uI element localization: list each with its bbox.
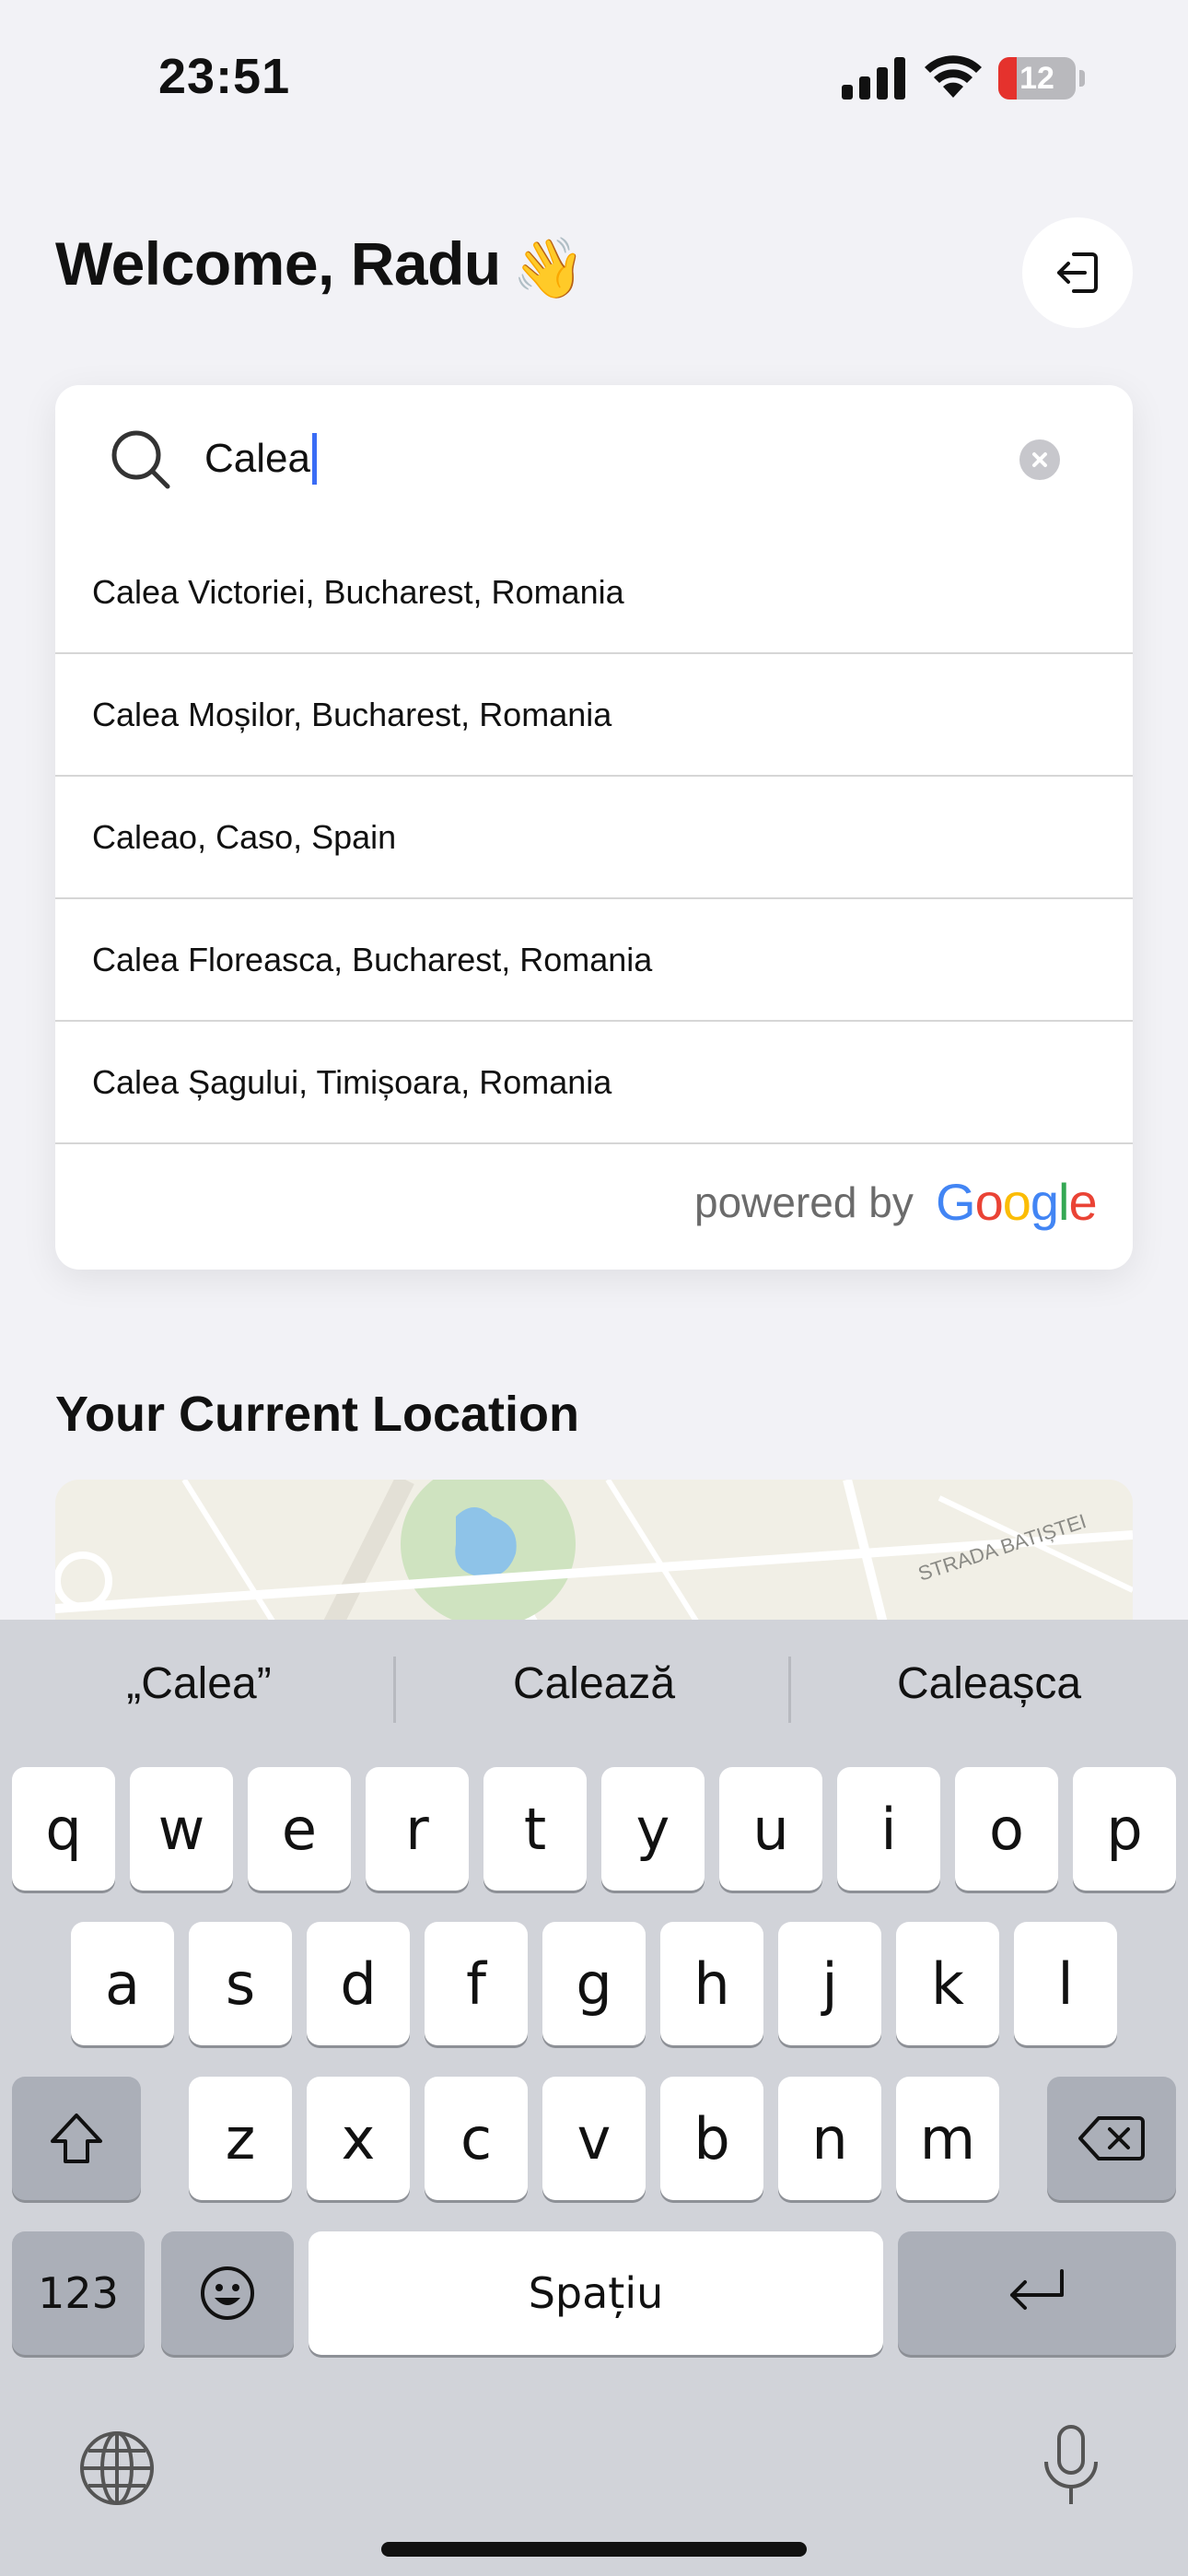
- suggestion-item[interactable]: Calea Floreasca, Bucharest, Romania: [55, 900, 1133, 1022]
- logout-button[interactable]: [1022, 217, 1133, 328]
- key-k[interactable]: k: [896, 1922, 999, 2045]
- key-b[interactable]: b: [660, 2077, 763, 2200]
- google-logo: Google: [936, 1172, 1098, 1232]
- globe-icon[interactable]: [77, 2429, 157, 2508]
- space-key[interactable]: Spațiu: [309, 2231, 883, 2355]
- logout-icon: [1057, 252, 1098, 293]
- google-logo-letter: o: [974, 1173, 1004, 1231]
- google-logo-letter: G: [936, 1173, 976, 1231]
- key-w[interactable]: w: [130, 1767, 233, 1891]
- key-l[interactable]: l: [1014, 1922, 1117, 2045]
- search-input-value: Calea: [204, 436, 310, 481]
- numbers-key[interactable]: 123: [12, 2231, 145, 2355]
- prediction-item[interactable]: „Calea”: [15, 1658, 383, 1709]
- key-s[interactable]: s: [189, 1922, 292, 2045]
- location-map[interactable]: STRADA BATIȘTEI: [55, 1480, 1133, 1627]
- suggestion-label: Calea Floreasca, Bucharest, Romania: [92, 941, 653, 978]
- wifi-icon: [925, 55, 982, 98]
- key-j[interactable]: j: [778, 1922, 881, 2045]
- clear-search-button[interactable]: [1019, 439, 1060, 480]
- shift-key[interactable]: [12, 2077, 141, 2200]
- key-c[interactable]: c: [425, 2077, 528, 2200]
- suggestion-label: Calea Moșilor, Bucharest, Romania: [92, 696, 612, 733]
- suggestion-item[interactable]: Calea Șagului, Timișoara, Romania: [55, 1023, 1133, 1144]
- search-input[interactable]: Calea: [204, 433, 317, 485]
- delete-key[interactable]: [1047, 2077, 1176, 2200]
- key-d[interactable]: d: [307, 1922, 410, 2045]
- emoji-key[interactable]: [161, 2231, 294, 2355]
- key-q[interactable]: q: [12, 1767, 115, 1891]
- backspace-icon: [1078, 2116, 1145, 2160]
- welcome-title: Welcome, Radu: [55, 229, 501, 298]
- emoji-icon: [201, 2266, 254, 2320]
- search-icon: [111, 430, 170, 489]
- key-m[interactable]: m: [896, 2077, 999, 2200]
- key-v[interactable]: v: [542, 2077, 646, 2200]
- return-icon: [1010, 2269, 1064, 2310]
- close-icon: [1032, 452, 1047, 467]
- key-e[interactable]: e: [248, 1767, 351, 1891]
- google-logo-letter: o: [1002, 1173, 1031, 1231]
- return-key[interactable]: [898, 2231, 1176, 2355]
- powered-by-label: powered by: [694, 1178, 914, 1226]
- map-graphic: STRADA BATIȘTEI: [55, 1480, 1133, 1627]
- shift-icon: [51, 2113, 102, 2163]
- key-x[interactable]: x: [307, 2077, 410, 2200]
- key-o[interactable]: o: [955, 1767, 1058, 1891]
- key-f[interactable]: f: [425, 1922, 528, 2045]
- key-z[interactable]: z: [189, 2077, 292, 2200]
- battery-tip: [1079, 70, 1085, 87]
- key-t[interactable]: t: [483, 1767, 587, 1891]
- status-time: 23:51: [158, 49, 291, 104]
- suggestion-item[interactable]: Calea Moșilor, Bucharest, Romania: [55, 655, 1133, 777]
- key-a[interactable]: a: [71, 1922, 174, 2045]
- key-g[interactable]: g: [542, 1922, 646, 2045]
- key-i[interactable]: i: [837, 1767, 940, 1891]
- key-h[interactable]: h: [660, 1922, 763, 2045]
- key-r[interactable]: r: [366, 1767, 469, 1891]
- current-location-title: Your Current Location: [55, 1387, 580, 1442]
- prediction-item[interactable]: Caleașca: [805, 1658, 1173, 1709]
- key-n[interactable]: n: [778, 2077, 881, 2200]
- key-p[interactable]: p: [1073, 1767, 1176, 1891]
- google-logo-letter: g: [1030, 1173, 1059, 1231]
- suggestion-label: Calea Șagului, Timișoara, Romania: [92, 1063, 612, 1101]
- battery-icon: 12: [998, 57, 1076, 100]
- home-indicator: [381, 2542, 807, 2557]
- battery-percentage: 12: [1019, 61, 1054, 96]
- cellular-signal-icon: [842, 57, 905, 100]
- prediction-item[interactable]: Calează: [410, 1658, 778, 1709]
- google-logo-letter: e: [1068, 1173, 1097, 1231]
- suggestion-item[interactable]: Caleao, Caso, Spain: [55, 778, 1133, 899]
- microphone-icon[interactable]: [1039, 2423, 1103, 2508]
- text-cursor: [311, 433, 317, 485]
- suggestion-label: Calea Victoriei, Bucharest, Romania: [92, 573, 624, 611]
- google-logo-letter: l: [1058, 1173, 1069, 1231]
- divider: [393, 1657, 396, 1723]
- suggestion-label: Caleao, Caso, Spain: [92, 818, 397, 856]
- divider: [788, 1657, 791, 1723]
- key-y[interactable]: y: [601, 1767, 705, 1891]
- suggestion-item[interactable]: Calea Victoriei, Bucharest, Romania: [55, 533, 1133, 654]
- key-u[interactable]: u: [719, 1767, 822, 1891]
- wave-emoji: 👋: [512, 235, 586, 301]
